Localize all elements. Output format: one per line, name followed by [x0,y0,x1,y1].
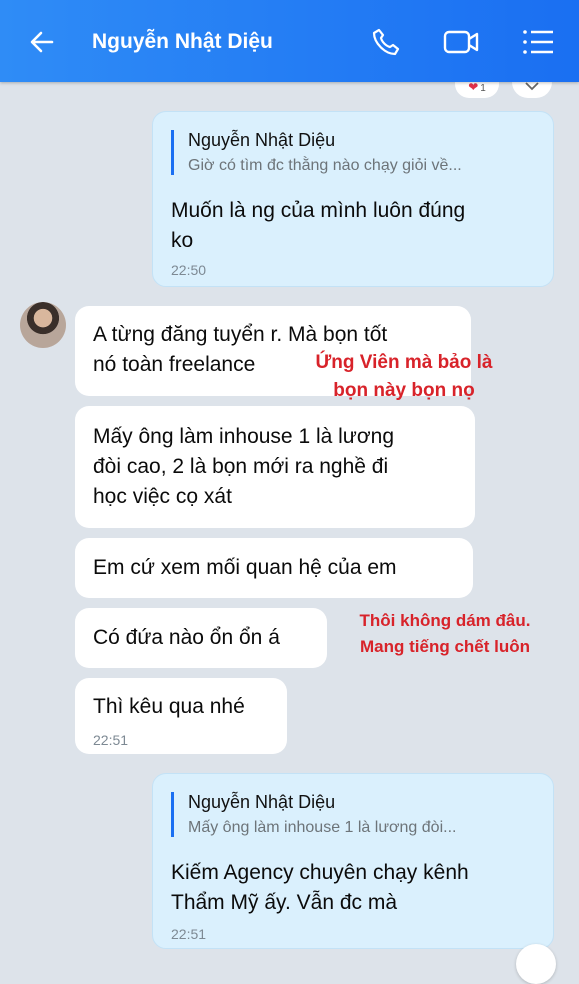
incoming-message-bubble[interactable]: Thì kêu qua nhé 22:51 [75,678,287,754]
outgoing-message-bubble[interactable]: Nguyễn Nhật Diệu Mấy ông làm inhouse 1 l… [152,773,554,949]
scroll-to-bottom-button[interactable] [516,944,556,984]
incoming-message-bubble[interactable]: Mấy ông làm inhouse 1 là lương đòi cao, … [75,406,475,528]
red-annotation: Ứng Viên mà bảo là bọn này bọn nọ [298,349,510,405]
quoted-message[interactable]: Nguyễn Nhật Diệu Giờ có tìm đc thằng nào… [171,130,462,175]
message-time: 22:51 [93,732,129,748]
message-text: Kiếm Agency chuyên chạy kênh Thẩm Mỹ ấy.… [171,858,469,918]
message-text: Có đứa nào ổn ổn á [93,626,280,649]
red-annotation: Thôi không dám đâu. Mang tiếng chết luôn [344,608,546,660]
list-menu-icon [523,30,553,54]
message-line: Muốn là ng của mình luôn đúng [171,199,466,222]
video-call-button[interactable] [442,22,482,62]
back-arrow-icon [30,31,54,53]
video-call-icon [443,30,479,54]
quote-author: Nguyễn Nhật Diệu [188,792,336,812]
annotation-line: Mang tiếng chết luôn [360,637,530,656]
back-button[interactable] [22,22,62,62]
quote-author: Nguyễn Nhật Diệu [188,130,336,150]
message-text: Thì kêu qua nhé [93,695,245,718]
message-line: A từng đăng tuyển r. Mà bọn tốt [93,323,388,346]
message-text: Mấy ông làm inhouse 1 là lương đòi cao, … [93,422,394,512]
annotation-line: Thôi không dám đâu. [359,611,531,630]
message-text: Em cứ xem mối quan hệ của em [93,556,397,579]
message-line: đòi cao, 2 là bọn mới ra nghề đi [93,455,389,478]
annotation-line: bọn này bọn nọ [333,380,475,401]
message-line: ko [171,229,194,252]
menu-button[interactable] [518,22,558,62]
message-time: 22:51 [171,926,207,942]
quote-text: Giờ có tìm đc thằng nào chạy giỏi về... [188,157,462,174]
contact-name[interactable]: Nguyễn Nhật Diệu [92,30,273,54]
annotation-line: Ứng Viên mà bảo là [315,352,493,373]
outgoing-message-bubble[interactable]: Nguyễn Nhật Diệu Giờ có tìm đc thằng nào… [152,111,554,287]
message-line: Kiếm Agency chuyên chạy kênh [171,861,469,884]
phone-icon [372,28,400,56]
heart-icon: ❤ [468,80,479,94]
chat-header: Nguyễn Nhật Diệu [0,0,579,82]
contact-avatar[interactable] [20,302,66,348]
reaction-count: 1 [480,83,486,94]
message-time: 22:50 [171,262,207,278]
message-text: Muốn là ng của mình luôn đúng ko [171,196,465,256]
call-button[interactable] [366,22,406,62]
quoted-message[interactable]: Nguyễn Nhật Diệu Mấy ông làm inhouse 1 l… [171,792,456,837]
quote-text: Mấy ông làm inhouse 1 là lương đòi... [188,819,457,836]
message-line: Mấy ông làm inhouse 1 là lương [93,425,394,448]
message-line: học việc cọ xát [93,485,232,508]
incoming-message-bubble[interactable]: Có đứa nào ổn ổn á [75,608,327,668]
incoming-message-bubble[interactable]: Em cứ xem mối quan hệ của em [75,538,473,598]
message-line: Thẩm Mỹ ấy. Vẫn đc mà [171,891,398,914]
